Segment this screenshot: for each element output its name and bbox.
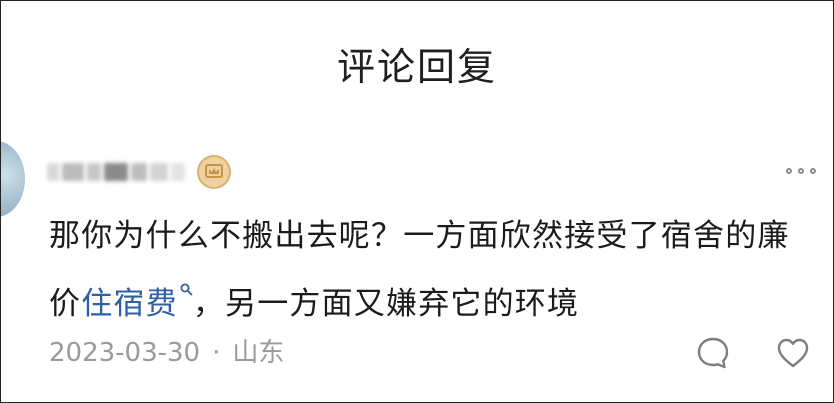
username-blur-segment — [150, 163, 168, 181]
comment-bubble-icon[interactable] — [695, 335, 731, 371]
dot — [786, 168, 792, 174]
avatar[interactable] — [1, 141, 25, 217]
username-blur-segment — [47, 163, 59, 181]
comment-text: 那你为什么不搬出去呢？一方面欣然接受了宿舍的廉价住宿费 ，另一方面又嫌弃它的环境 — [49, 211, 809, 329]
keyword-link-text[interactable]: 住宿费 — [81, 286, 178, 322]
meta-separator: · — [212, 338, 221, 368]
comment-reply-screen: 评论回复 那你为什么不搬出去呢？一方面欣然接受了宿舍的廉价住宿费 ，另一方面又嫌弃… — [0, 0, 834, 403]
search-icon — [180, 261, 193, 296]
more-dots-icon[interactable] — [777, 159, 825, 183]
crown-badge-icon — [197, 155, 231, 189]
comment-location: 山东 — [232, 338, 285, 368]
keyword-link[interactable]: 住宿费 — [81, 283, 193, 322]
comment-date: 2023-03-30 — [49, 338, 201, 368]
comment-text-after-link: ，另一方面又嫌弃它的环境 — [192, 286, 580, 322]
username-blur-segment — [62, 163, 84, 181]
username-blurred[interactable] — [47, 155, 185, 189]
username-blur-segment — [104, 163, 128, 181]
dot — [798, 168, 804, 174]
username-blur-segment — [171, 163, 185, 181]
comment-meta: 2023-03-30 · 山东 — [49, 335, 284, 371]
username-blur-segment — [87, 163, 101, 181]
username-blur-segment — [131, 163, 147, 181]
heart-icon[interactable] — [775, 335, 811, 371]
page-title: 评论回复 — [336, 45, 497, 89]
dot — [810, 168, 816, 174]
